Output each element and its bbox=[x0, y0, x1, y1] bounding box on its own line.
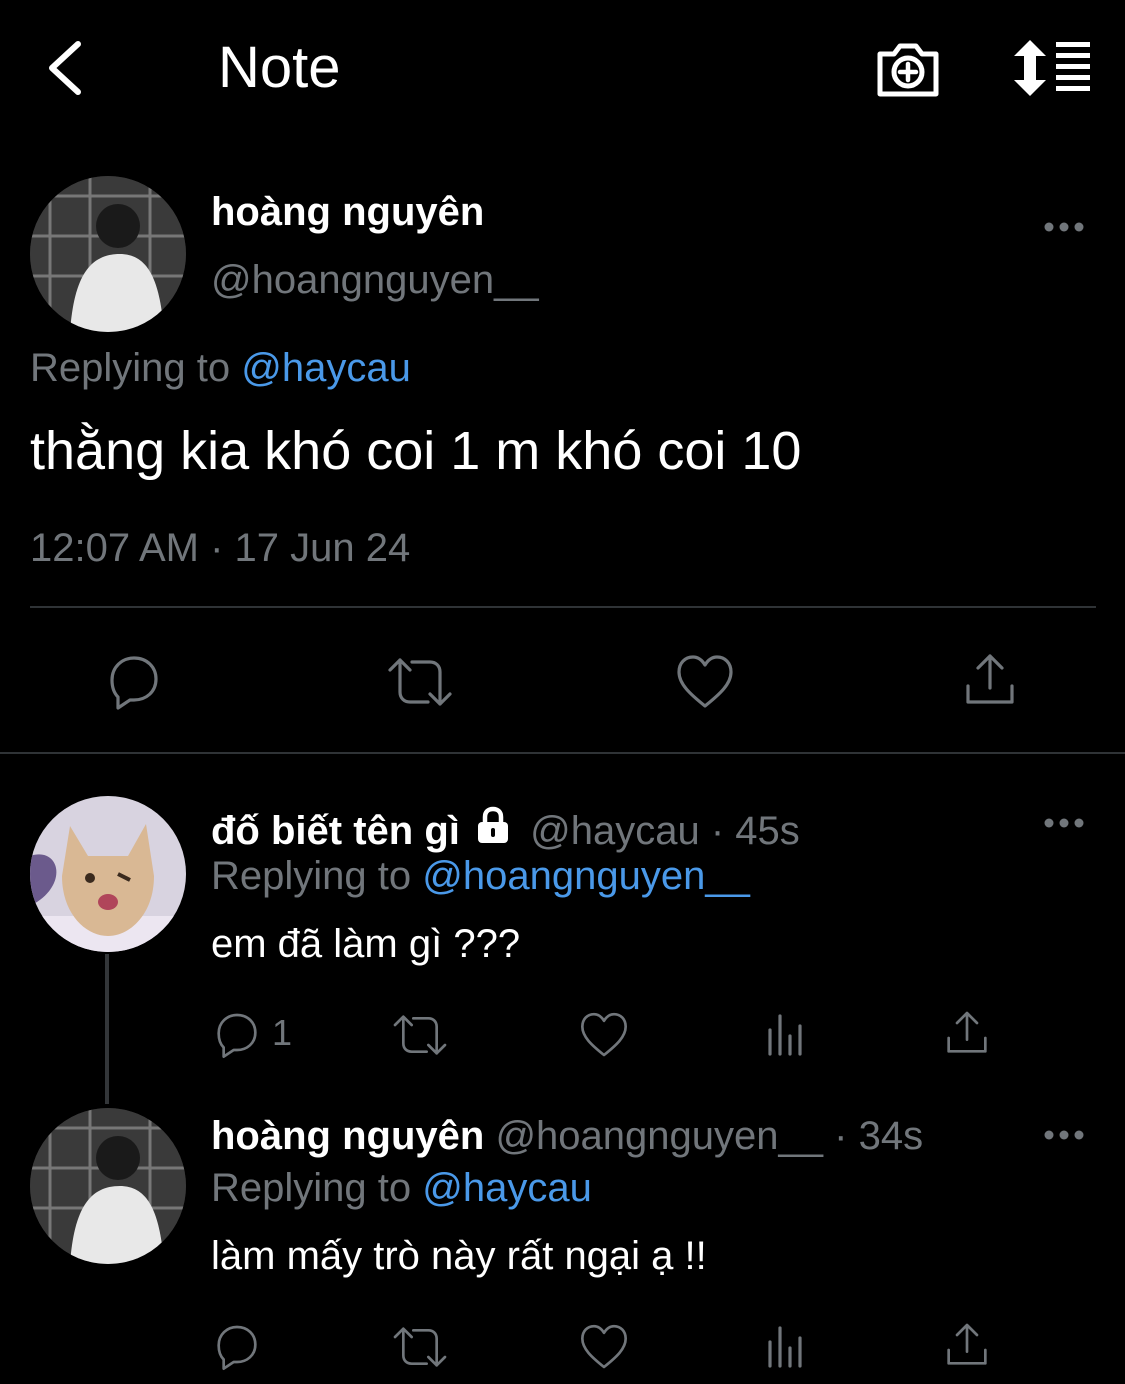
replying-prefix: Replying to bbox=[211, 854, 412, 898]
avatar-photo bbox=[30, 1108, 186, 1264]
sort-icon[interactable] bbox=[1010, 36, 1094, 100]
avatar[interactable] bbox=[30, 796, 186, 952]
avatar[interactable] bbox=[30, 176, 186, 332]
reply-text: em đã làm gì ??? bbox=[211, 922, 521, 966]
share-icon[interactable] bbox=[960, 650, 1020, 710]
share-icon[interactable] bbox=[942, 1008, 992, 1058]
reply-icon[interactable] bbox=[212, 1322, 262, 1372]
retweet-icon[interactable] bbox=[390, 1322, 450, 1372]
avatar-photo bbox=[30, 176, 186, 332]
replying-prefix: Replying to bbox=[30, 346, 231, 390]
like-icon[interactable] bbox=[578, 1010, 630, 1060]
like-icon[interactable] bbox=[578, 1322, 630, 1372]
analytics-icon[interactable] bbox=[762, 1322, 810, 1370]
reply-text: làm mấy trò này rất ngại ạ !! bbox=[211, 1234, 707, 1278]
retweet-icon[interactable] bbox=[390, 1010, 450, 1060]
reply-icon[interactable] bbox=[104, 652, 164, 712]
divider bbox=[30, 606, 1096, 608]
handle[interactable]: @haycau bbox=[530, 809, 700, 853]
replying-to-link[interactable]: @haycau bbox=[241, 346, 411, 390]
analytics-icon[interactable] bbox=[762, 1010, 810, 1058]
share-icon[interactable] bbox=[942, 1320, 992, 1370]
back-icon[interactable] bbox=[40, 36, 92, 100]
more-options-icon[interactable] bbox=[1042, 1128, 1086, 1142]
replying-prefix: Replying to bbox=[211, 1166, 412, 1210]
replying-to: Replying to @hoangnguyen__ bbox=[211, 854, 750, 899]
display-name[interactable]: hoàng nguyên bbox=[211, 1114, 484, 1158]
reply-time: · 45s bbox=[710, 809, 800, 853]
like-icon[interactable] bbox=[674, 652, 736, 712]
handle[interactable]: @hoangnguyen__ bbox=[211, 258, 539, 303]
replying-to-link[interactable]: @haycau bbox=[422, 1166, 592, 1210]
replying-to: Replying to @haycau bbox=[30, 346, 411, 391]
reply-time: · 34s bbox=[834, 1114, 924, 1158]
lock-icon bbox=[478, 806, 508, 843]
display-name[interactable]: đố biết tên gì bbox=[211, 809, 460, 853]
divider bbox=[0, 752, 1125, 754]
avatar[interactable] bbox=[30, 1108, 186, 1264]
tweet-text: thằng kia khó coi 1 m khó coi 10 bbox=[30, 421, 802, 481]
display-name[interactable]: hoàng nguyên bbox=[211, 190, 484, 235]
retweet-icon[interactable] bbox=[384, 652, 456, 712]
reply-icon[interactable] bbox=[212, 1010, 262, 1060]
camera-add-icon[interactable] bbox=[874, 36, 942, 100]
avatar-photo bbox=[30, 796, 186, 952]
more-options-icon[interactable] bbox=[1042, 816, 1086, 830]
thread-line bbox=[105, 954, 109, 1104]
reply-header: đố biết tên gì @haycau · 45s bbox=[211, 806, 800, 854]
page-title: Note bbox=[218, 35, 341, 100]
timestamp[interactable]: 12:07 AM · 17 Jun 24 bbox=[30, 526, 410, 571]
reply-header: hoàng nguyên @hoangnguyen__ · 34s bbox=[211, 1114, 923, 1159]
handle[interactable]: @hoangnguyen__ bbox=[495, 1114, 823, 1158]
reply-count: 1 bbox=[272, 1012, 293, 1053]
replying-to: Replying to @haycau bbox=[211, 1166, 592, 1211]
replying-to-link[interactable]: @hoangnguyen__ bbox=[422, 854, 750, 898]
more-options-icon[interactable] bbox=[1042, 220, 1086, 234]
